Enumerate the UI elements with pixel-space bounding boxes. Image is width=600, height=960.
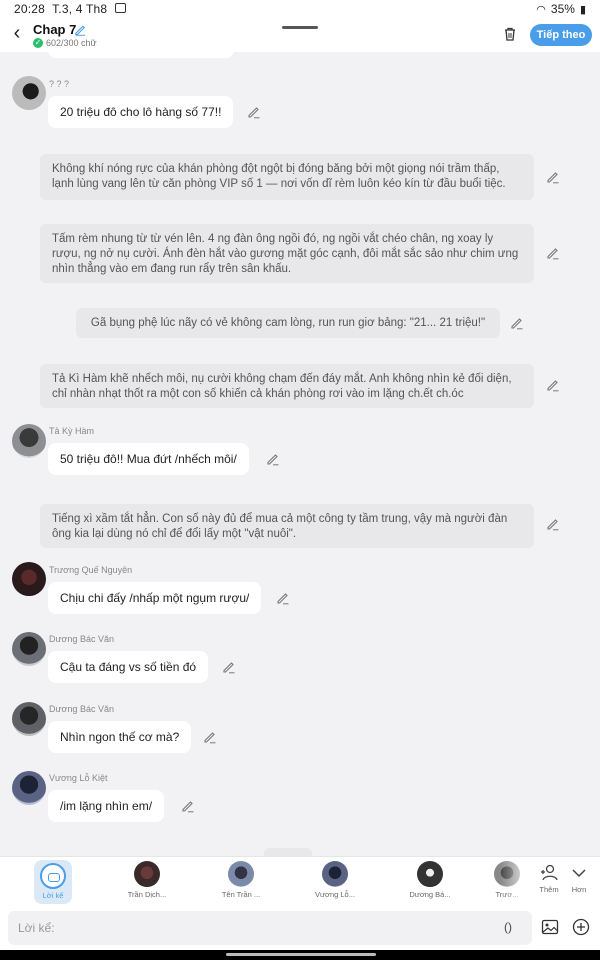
wifi-icon: ◠ — [536, 3, 546, 16]
edit-title-icon[interactable] — [74, 23, 87, 36]
edit-pencil-icon[interactable] — [546, 170, 560, 184]
speaker-name: Vương Lỗ Kiệt — [49, 773, 108, 783]
avatar — [134, 861, 160, 887]
status-time-date: 20:28 T.3, 4 Th8 — [14, 2, 108, 16]
dialogue-bubble[interactable]: Cậu ta đáng vs số tiền đó — [48, 651, 209, 683]
narration-block[interactable]: Không khí nóng rực của khán phòng đột ng… — [40, 154, 534, 200]
narration-block[interactable]: Gã bụng phệ lúc nãy có vẻ không cam lòng… — [76, 308, 500, 338]
avatar[interactable] — [12, 562, 46, 596]
edit-pencil-icon[interactable] — [546, 517, 560, 531]
chevron-down-icon — [572, 869, 586, 878]
avatar[interactable] — [12, 424, 46, 458]
image-icon[interactable] — [541, 918, 559, 936]
narration-block[interactable]: Tấm rèm nhung từ từ vén lên. 4 ng đàn ôn… — [40, 224, 534, 283]
edit-pencil-icon[interactable] — [247, 105, 261, 119]
character-item[interactable]: Trần Dịch... — [112, 861, 182, 899]
panel-handle[interactable] — [264, 848, 312, 856]
avatar — [228, 861, 254, 887]
plus-icon[interactable] — [572, 918, 590, 936]
word-count: ✓ 602/300 chữ — [33, 38, 97, 48]
character-selector: Lời kể Trần Dịch... Tên Trần ... Vương L… — [0, 856, 600, 907]
speaker-name: Dương Bác Văn — [49, 704, 114, 714]
home-indicator[interactable] — [226, 953, 376, 956]
dialogue-bubble[interactable]: 50 triệu đô!! Mua đứt /nhếch môi/ — [48, 443, 249, 475]
narration-block[interactable]: Tả Kì Hàm khẽ nhếch môi, nụ cười không c… — [40, 364, 534, 408]
speaker-name: Dương Bác Văn — [49, 634, 114, 644]
speaker-name: Tả Kỳ Hàm — [49, 426, 95, 436]
avatar[interactable] — [12, 771, 46, 805]
input-bar: Lời kể: () — [0, 906, 600, 950]
avatar[interactable] — [12, 76, 46, 110]
speaker-name: Trương Quế Nguyên — [49, 565, 133, 575]
next-button[interactable]: Tiếp theo — [530, 24, 592, 46]
trash-icon[interactable] — [502, 26, 518, 42]
battery-percent: 35% — [550, 2, 575, 16]
message-input[interactable]: Lời kể: — [8, 911, 532, 945]
avatar — [417, 861, 443, 887]
edit-pencil-icon[interactable] — [276, 591, 290, 605]
add-character-button[interactable]: Thêm — [536, 863, 562, 894]
speaker-name: ? ? ? — [49, 79, 70, 89]
edit-pencil-icon[interactable] — [222, 660, 236, 674]
back-arrow-icon[interactable]: ‹ — [8, 23, 26, 44]
avatar — [322, 861, 348, 887]
gallery-icon — [115, 3, 126, 13]
dialogue-bubble[interactable]: Nhìn ngon thế cơ mà? — [48, 721, 192, 753]
narrator-button[interactable]: Lời kể — [34, 860, 72, 904]
narrator-icon — [40, 863, 66, 889]
system-nav-bar — [0, 950, 600, 960]
edit-pencil-icon[interactable] — [546, 246, 560, 260]
status-bar: 20:28 T.3, 4 Th8 ◠ 35% ▮ — [0, 0, 600, 18]
character-item[interactable]: Tên Trần ... — [206, 861, 276, 899]
character-item[interactable]: Vương Lỗ... — [300, 861, 370, 899]
narration-block[interactable]: Tiếng xì xầm tắt hẳn. Con số này đủ để m… — [40, 504, 534, 548]
edit-pencil-icon[interactable] — [546, 378, 560, 392]
battery-icon: ▮ — [579, 3, 586, 16]
scroll-fade — [500, 857, 536, 907]
dialogue-bubble[interactable]: /im lặng nhìn em/ — [48, 790, 165, 822]
edit-pencil-icon[interactable] — [181, 799, 195, 813]
avatar[interactable] — [12, 632, 46, 666]
previous-message-bubble[interactable] — [48, 52, 234, 58]
edit-pencil-icon[interactable] — [266, 452, 280, 466]
action-parenthesis-button[interactable]: () — [504, 920, 512, 934]
character-item[interactable]: Dương Bá... — [395, 861, 465, 899]
chapter-title[interactable]: Chap 7 — [33, 22, 76, 37]
dialogue-bubble[interactable]: Chịu chi đấy /nhấp một ngụm rượu/ — [48, 582, 262, 614]
story-feed[interactable]: ? ? ? 20 triệu đô cho lô hàng số 77!! Kh… — [0, 52, 600, 856]
avatar[interactable] — [12, 702, 46, 736]
edit-pencil-icon[interactable] — [203, 730, 217, 744]
editor-header: ‹ Chap 7 ✓ 602/300 chữ Tiếp theo — [0, 18, 600, 52]
edit-pencil-icon[interactable] — [510, 316, 524, 330]
more-button[interactable]: Hơn — [566, 863, 592, 894]
drag-handle[interactable] — [282, 26, 318, 29]
dialogue-bubble[interactable]: 20 triệu đô cho lô hàng số 77!! — [48, 96, 234, 128]
check-icon: ✓ — [33, 38, 43, 48]
add-person-icon — [541, 864, 558, 881]
